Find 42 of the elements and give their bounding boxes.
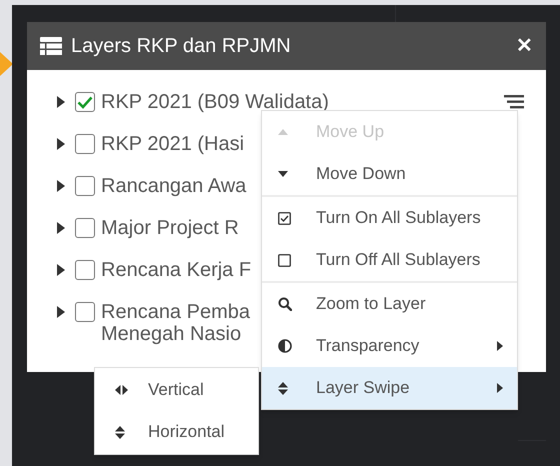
expand-caret-icon[interactable] (57, 306, 65, 318)
submenu-caret-icon (497, 383, 503, 393)
menu-item[interactable]: Transparency (262, 325, 517, 367)
menu-item[interactable]: Vertical (95, 369, 258, 411)
search-icon (278, 297, 292, 311)
expand-caret-icon[interactable] (57, 264, 65, 276)
panel-title: Layers RKP dan RPJMN (71, 34, 291, 59)
menu-item[interactable]: Move Down (262, 153, 517, 195)
expand-caret-icon[interactable] (57, 222, 65, 234)
menu-item[interactable]: Zoom to Layer (262, 283, 517, 325)
menu-item[interactable]: Turn On All Sublayers (262, 197, 517, 239)
down-caret-icon (278, 171, 288, 177)
layer-checkbox[interactable] (75, 260, 95, 280)
layer-name: RKP 2021 (B09 Walidata) (101, 91, 329, 113)
layer-checkbox[interactable] (75, 134, 95, 154)
layer-checkbox[interactable] (75, 302, 95, 322)
up-down-arrows-icon (115, 426, 125, 438)
contrast-icon (278, 339, 292, 353)
menu-item[interactable]: Turn Off All Sublayers (262, 239, 517, 281)
close-button[interactable]: ✕ (516, 36, 533, 56)
submenu-caret-icon (497, 341, 503, 351)
layer-checkbox[interactable] (75, 218, 95, 238)
layer-name: RKP 2021 (Hasi (101, 133, 244, 155)
expand-caret-icon[interactable] (57, 138, 65, 150)
checkbox-icon (278, 254, 291, 266)
menu-item[interactable]: Horizontal (95, 411, 258, 453)
up-down-arrows-icon (278, 382, 288, 394)
layer-name: Major Project R (101, 217, 239, 239)
layer-checkbox[interactable] (75, 176, 95, 196)
expand-caret-icon[interactable] (57, 180, 65, 192)
checkbox-icon (278, 212, 291, 224)
menu-icon[interactable] (504, 95, 524, 109)
layer-name: Rencana Pemba Menegah Nasio (101, 301, 250, 345)
up-caret-icon (278, 129, 288, 135)
layer-name: Rancangan Awa (101, 175, 246, 197)
table-icon (40, 37, 62, 55)
menu-item[interactable]: Layer Swipe (262, 367, 517, 409)
layer-checkbox[interactable] (75, 92, 95, 112)
layer-name: Rencana Kerja F (101, 259, 252, 281)
left-right-arrows-icon (115, 385, 128, 395)
check-icon (77, 96, 93, 108)
expand-caret-icon[interactable] (57, 96, 65, 108)
